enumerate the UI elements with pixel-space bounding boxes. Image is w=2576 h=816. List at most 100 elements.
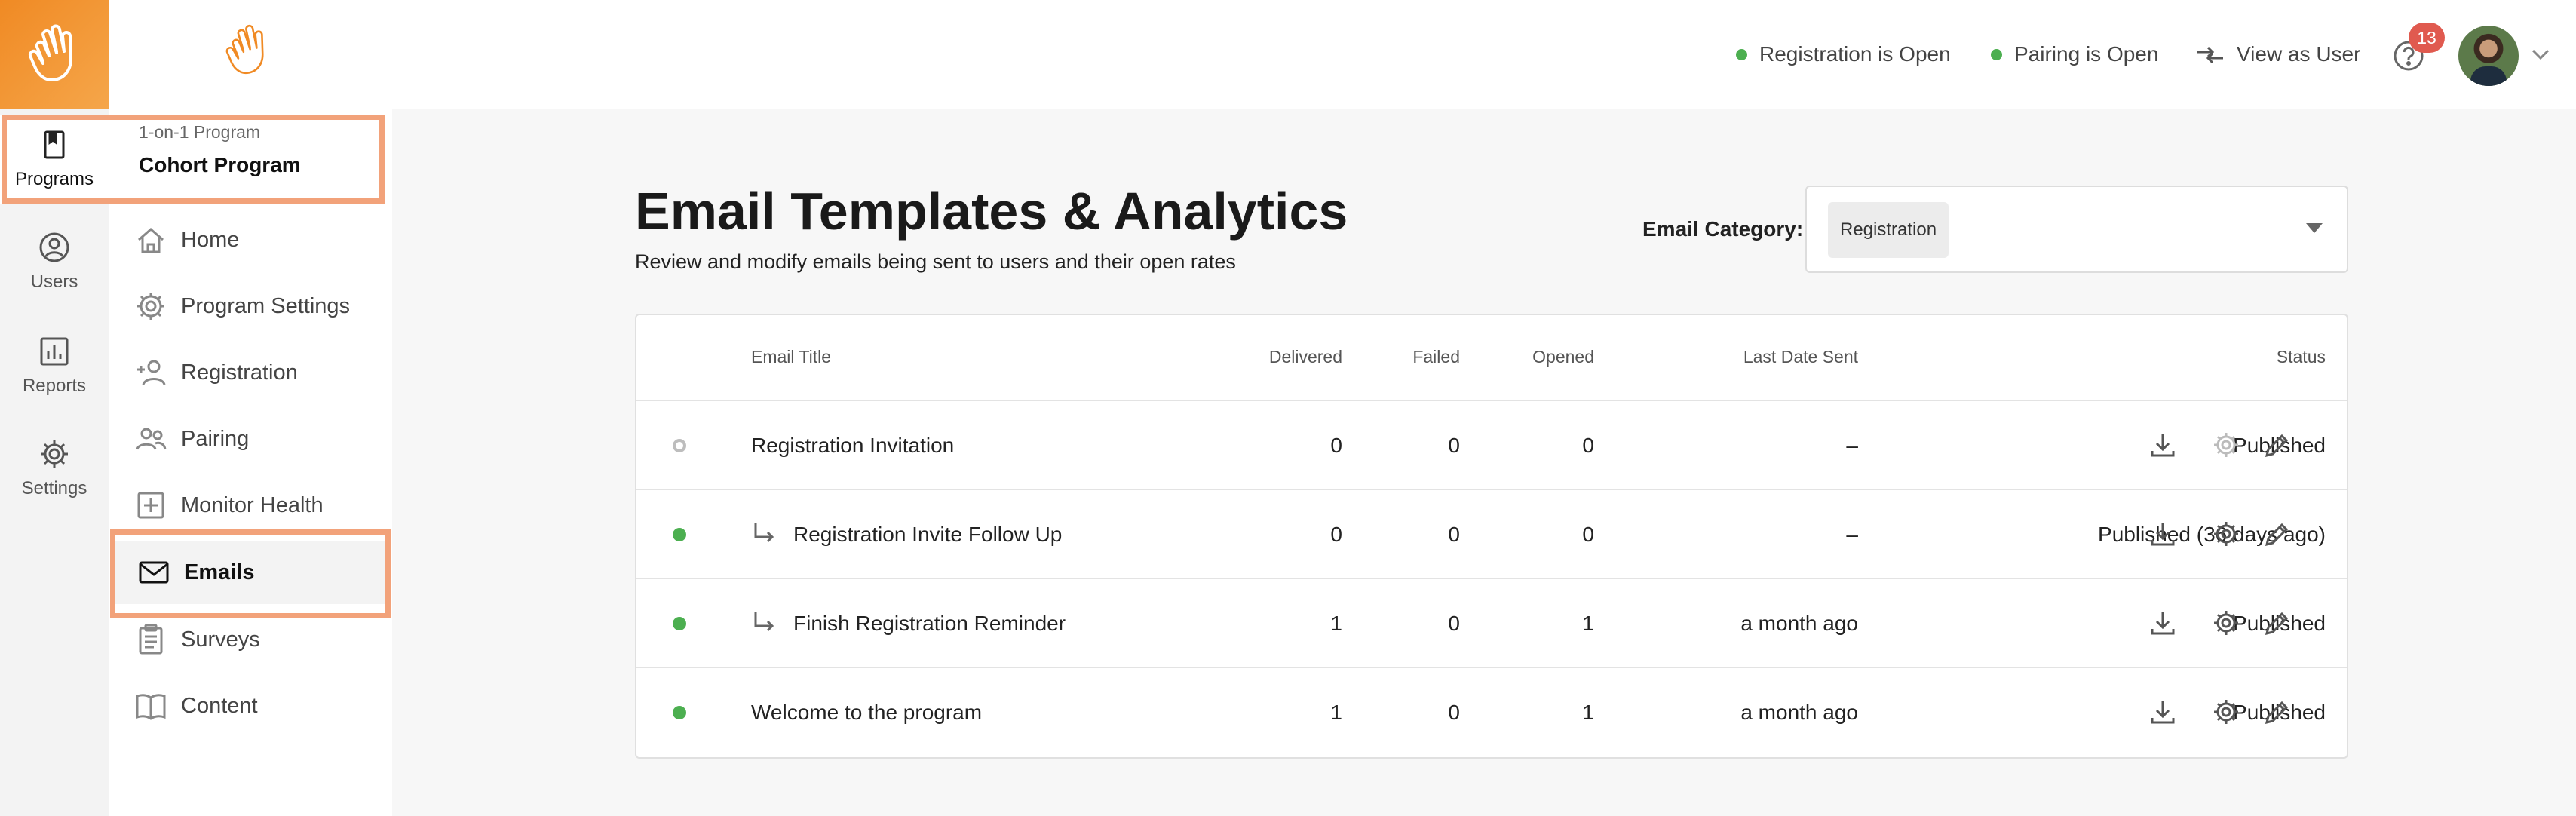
failed-count: 0 [1448,701,1460,724]
delivered-count: 1 [1330,701,1342,724]
table-row[interactable]: Registration Invitation 0 0 0 – Publishe… [636,400,2347,489]
header-last-date-sent: Last Date Sent [1743,347,1858,367]
rail-item-reports[interactable]: Reports [0,321,109,410]
failed-count: 0 [1448,612,1460,635]
program-nav: 1-on-1 Program Cohort Program Home Progr… [109,0,392,816]
nav-item-label: Registration [181,360,298,385]
status-dot [1991,48,2002,60]
download-icon[interactable] [2146,606,2179,640]
program-name: Cohort Program [139,153,301,176]
header-email-title: Email Title [751,347,832,367]
header-status: Status [2276,347,2326,367]
plus-box-icon [137,492,164,519]
rail-item-label: Reports [22,376,87,396]
nav-item-home[interactable]: Home [109,208,392,271]
delivered-count: 0 [1330,523,1342,546]
table-row[interactable]: Registration Invite Follow Up 0 0 0 – Pu… [636,489,2347,578]
nav-item-program-settings[interactable]: Program Settings [109,275,392,338]
email-title: Finish Registration Reminder [793,612,1066,635]
opened-count: 0 [1582,434,1594,457]
nav-item-pairing[interactable]: Pairing [109,407,392,471]
app-logo[interactable] [0,0,109,109]
notification-badge: 13 [2409,23,2445,53]
rail-item-users[interactable]: Users [0,217,109,306]
failed-count: 0 [1448,434,1460,457]
opened-count: 1 [1582,612,1594,635]
failed-count: 0 [1448,523,1460,546]
active-status-dot [673,706,686,719]
opened-count: 0 [1582,523,1594,546]
programs-icon [44,130,65,159]
book-icon [136,694,166,720]
program-selector[interactable]: 1-on-1 Program Cohort Program [139,122,301,177]
last-date-sent: a month ago [1740,612,1858,635]
settings-gear-icon[interactable] [2210,606,2243,640]
envelope-icon [139,561,169,584]
last-date-sent: – [1846,523,1858,546]
nav-item-label: Content [181,693,258,718]
top-bar: Registration is Open Pairing is Open Vie… [392,0,2576,109]
edit-pencil-icon[interactable] [2261,428,2294,462]
nav-item-label: Pairing [181,426,250,451]
download-icon[interactable] [2146,428,2179,462]
table-row[interactable]: Welcome to the program 1 0 1 a month ago… [636,667,2347,756]
download-icon[interactable] [2146,517,2179,551]
nav-item-surveys[interactable]: Surveys [109,608,392,671]
sub-item-arrow-icon [754,612,774,632]
registration-status: Registration is Open [1736,42,1951,66]
nav-item-label: Program Settings [181,293,351,318]
add-person-icon [137,360,166,385]
email-title: Welcome to the program [751,701,983,724]
active-status-dot [673,528,686,541]
email-templates-table: Email Title Delivered Failed Opened Last… [635,314,2348,759]
nav-item-emails[interactable]: Emails [112,541,385,604]
last-date-sent: – [1846,434,1858,457]
inactive-status-dot [673,439,686,452]
swap-arrows-icon [2197,46,2223,64]
edit-pencil-icon[interactable] [2261,517,2294,551]
home-icon [138,228,164,253]
rail-item-label: Users [30,271,78,292]
download-icon[interactable] [2146,695,2179,729]
waving-hand-icon [28,24,72,81]
rail-item-programs[interactable]: Programs [0,115,109,204]
rail-item-settings[interactable]: Settings [0,424,109,513]
left-rail: Programs Users Reports Settings [0,0,109,816]
settings-gear-icon[interactable] [2210,517,2243,551]
nav-item-content[interactable]: Content [109,674,392,738]
nav-item-label: Home [181,227,240,252]
rail-item-label: Settings [21,478,87,498]
avatar[interactable] [2458,26,2519,86]
active-status-dot [673,617,686,630]
rail-item-label: Programs [14,169,94,189]
status-dot [1736,48,1747,60]
view-as-user-button[interactable]: View as User [2196,42,2360,66]
edit-pencil-icon[interactable] [2261,695,2294,729]
view-as-user-label: View as User [2237,42,2361,66]
nav-item-label: Surveys [181,627,260,652]
dropdown-caret-icon [2306,223,2323,233]
chevron-down-icon[interactable] [2531,48,2550,60]
registration-status-text: Registration is Open [1759,42,1951,66]
email-title: Registration Invitation [751,434,955,457]
email-category-label: Email Category: [1642,217,1804,241]
edit-pencil-icon[interactable] [2261,606,2294,640]
nav-item-registration[interactable]: Registration [109,341,392,404]
email-category-select[interactable]: Registration [1805,186,2348,273]
nav-item-label: Emails [184,560,255,584]
reports-icon [40,337,69,366]
pairing-status: Pairing is Open [1991,42,2158,66]
settings-gear-icon[interactable] [2210,428,2243,462]
settings-gear-icon[interactable] [2210,695,2243,729]
last-date-sent: a month ago [1740,701,1858,724]
delivered-count: 0 [1330,434,1342,457]
header-opened: Opened [1532,347,1594,367]
program-type: 1-on-1 Program [139,122,261,142]
people-icon [136,428,167,450]
nav-item-monitor-health[interactable]: Monitor Health [109,474,392,537]
table-row[interactable]: Finish Registration Reminder 1 0 1 a mon… [636,578,2347,667]
nav-item-label: Monitor Health [181,492,324,517]
waving-hand-icon [225,24,264,75]
users-icon [39,232,69,262]
email-category-chip: Registration [1828,202,1949,258]
